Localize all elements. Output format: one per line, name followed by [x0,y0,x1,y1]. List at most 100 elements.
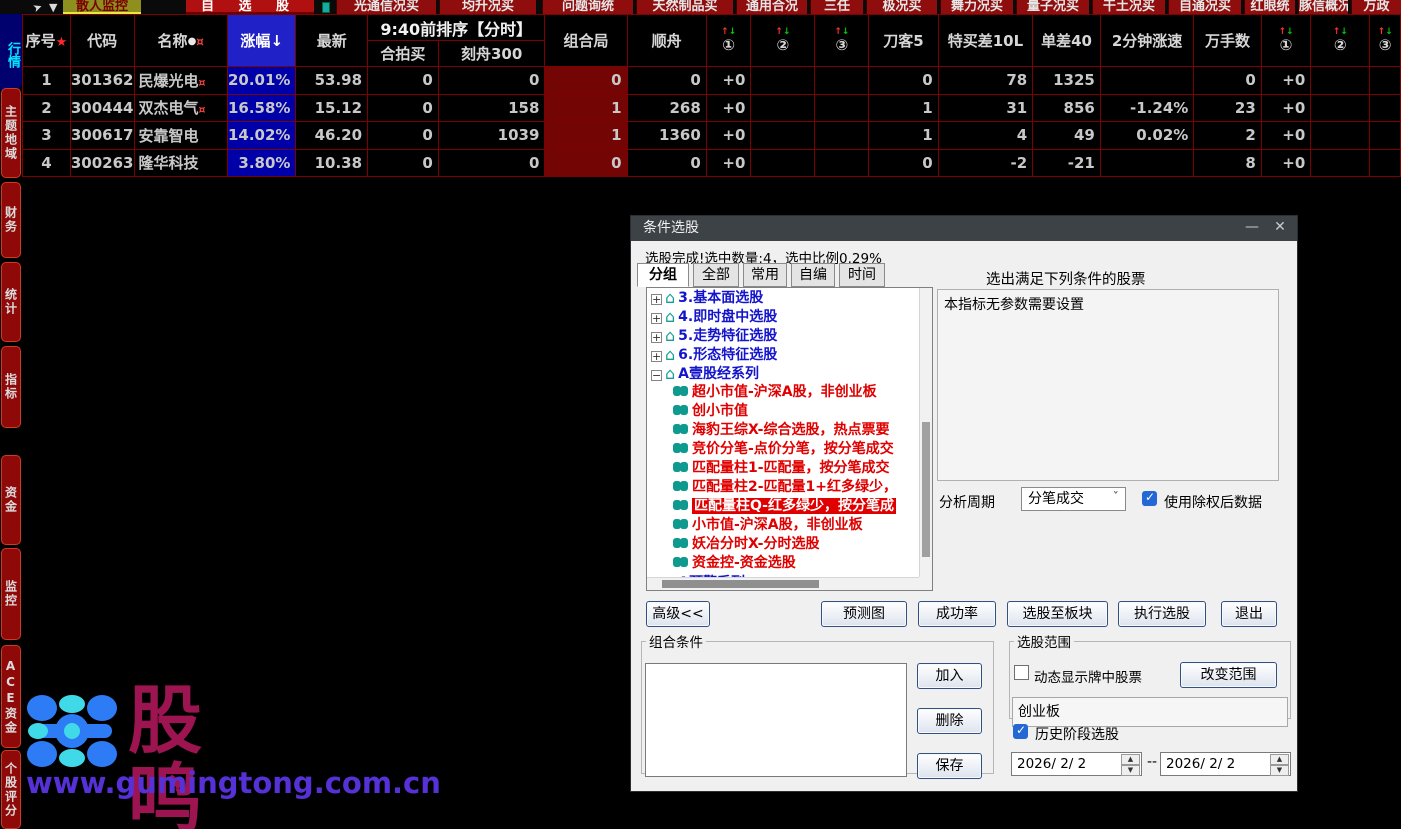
close-icon[interactable]: ✕ [1267,216,1293,241]
tree-item[interactable]: +⌂6.形态特征选股 [647,345,932,364]
toolbar-button[interactable]: 干土况买 [1092,0,1165,14]
column-header[interactable]: 组合局 [545,15,627,67]
sidebar-tab[interactable]: 主题地域 [1,88,21,178]
sidebar-tab[interactable]: ACE资金 [1,645,21,748]
tree-item[interactable]: 超小市值-沪深A股，非创业板 [647,383,932,402]
toolbar-button[interactable]: 通用合况 [736,0,807,14]
column-header[interactable]: 涨幅↓ [227,15,295,67]
column-header[interactable]: 最新 [296,15,368,67]
toolbar-button[interactable]: 问题询统 [542,0,633,14]
tree-item[interactable]: +⌂3.基本面选股 [647,288,932,307]
toolbar-button[interactable]: 万政 [1351,0,1401,14]
column-header[interactable]: 刀客5 [869,15,938,67]
sidebar-tab[interactable]: 资金 [1,455,21,545]
column-header[interactable]: ↑↓① [706,15,751,67]
column-header[interactable]: 合拍买 [368,41,439,67]
tree-item[interactable]: 创小市值 [647,402,932,421]
dialog-button[interactable]: 执行选股 [1118,601,1206,627]
combine-condition-button[interactable]: 保存 [917,753,982,779]
sidebar-tab[interactable]: 统计 [1,262,21,342]
dialog-button[interactable]: 高级<< [646,601,710,627]
dialog-tab[interactable]: 自编 [791,263,835,287]
sidebar-tab[interactable]: 指标 [1,346,21,428]
toolbar-button[interactable]: 光通信况买 [336,0,436,14]
toolbar-button[interactable]: 均升况买 [439,0,536,14]
dialog-tab[interactable]: 时间 [839,263,885,287]
column-header[interactable]: 序号★ [23,15,71,67]
column-header[interactable]: 顺舟 [627,15,706,67]
column-header[interactable]: ↑↓① [1261,15,1311,67]
table-row[interactable]: 4300263隆华科技3.80%10.380000+00-2-218+0 [23,149,1401,177]
tree-item[interactable]: −⌂A壹股经系列 [647,364,932,383]
cursor-icon[interactable]: ➤ [31,0,44,14]
history-stage-checkbox[interactable] [1013,724,1028,739]
toolbar-button[interactable]: 量子况买 [1016,0,1089,14]
analysis-period-select[interactable]: 分笔成交 ˇ [1021,487,1126,511]
toolbar-button[interactable]: 天然制品买 [636,0,733,14]
table-row[interactable]: 3300617安靠智电14.02%46.200103911360+014490.… [23,122,1401,150]
combine-condition-button[interactable]: 删除 [917,708,982,734]
combine-condition-listbox[interactable] [645,663,907,777]
dialog-button[interactable]: 成功率 [918,601,996,627]
filter-icon[interactable]: ▼ [49,1,57,14]
tree-item[interactable]: 竞价分笔-点价分笔，按分笔成交 [647,440,932,459]
tree-item[interactable]: 资金控-资金选股 [647,554,932,573]
minimize-icon[interactable]: — [1239,216,1265,241]
horizontal-scrollbar-thumb[interactable] [662,580,819,588]
column-header[interactable]: 代码 [70,15,134,67]
tree-item[interactable]: 妖冶分时X-分时选股 [647,535,932,554]
toolbar-button[interactable]: 自 选 股 [186,0,314,14]
tree-item[interactable]: +⌂4.即时盘中选股 [647,307,932,326]
column-header[interactable]: 名称●¤ [134,15,227,67]
tree-item[interactable]: 匹配量柱1-匹配量，按分笔成交 [647,459,932,478]
panel-icon[interactable] [322,2,330,13]
spinner-arrows[interactable]: ▲▼ [1121,754,1140,774]
vertical-scrollbar[interactable] [919,288,932,577]
column-header[interactable]: 特买差10L [938,15,1033,67]
range-value-field[interactable]: 创业板 [1012,697,1288,727]
dialog-button[interactable]: 预测图 [821,601,907,627]
table-row[interactable]: 1301362民爆光电¤20.01%53.980000+007813250+0 [23,67,1401,95]
column-header[interactable]: 刻舟300 [438,41,545,67]
toolbar-button[interactable]: 红眼统 [1244,0,1295,14]
sidebar-tab-quotes[interactable]: 行情 [0,14,22,90]
tree-item[interactable]: 匹配量柱2-匹配量1+红多绿少， [647,478,932,497]
column-header[interactable]: ↑↓② [1311,15,1370,67]
sidebar-tab[interactable]: 财务 [1,182,21,258]
toolbar-button[interactable]: 极况买 [866,0,937,14]
toolbar-button[interactable]: 豚信概况 [1298,0,1348,14]
change-range-button[interactable]: 改变范围 [1180,662,1277,688]
date-from-spinner[interactable]: 2026/ 2/ 2 ▲▼ [1011,752,1142,776]
toolbar-button[interactable]: 散人监控 [63,0,141,14]
dynamic-display-checkbox[interactable] [1014,665,1029,680]
toolbar-button[interactable]: 自通况买 [1168,0,1241,14]
combine-condition-button[interactable]: 加入 [917,663,982,689]
column-header[interactable]: ↑↓③ [815,15,869,67]
column-header[interactable]: ↑↓③ [1370,15,1401,67]
date-to-spinner[interactable]: 2026/ 2/ 2 ▲▼ [1160,752,1291,776]
tree-item[interactable]: +⌂5.走势特征选股 [647,326,932,345]
horizontal-scrollbar[interactable] [647,577,919,590]
vertical-scrollbar-thumb[interactable] [922,422,930,557]
column-group-header[interactable]: 9:40前排序【分时】 [368,15,545,41]
sidebar-tab[interactable]: 个股评分 [1,750,21,829]
column-header[interactable]: 万手数 [1194,15,1261,67]
spinner-arrows[interactable]: ▲▼ [1270,754,1289,774]
dialog-tab[interactable]: 全部 [693,263,739,287]
table-row[interactable]: 2300444双杰电气¤16.58%15.1201581268+0131856-… [23,94,1401,122]
tree-item[interactable]: 海豹王综X-综合选股，热点票要 [647,421,932,440]
dialog-titlebar[interactable]: 条件选股 [631,216,1297,241]
tree-item[interactable]: 匹配量柱Q-红多绿少，按分笔成 [647,497,932,516]
column-header[interactable]: 单差40 [1033,15,1101,67]
exright-checkbox[interactable] [1142,491,1157,506]
toolbar-button[interactable]: 三任 [810,0,863,14]
dialog-tab[interactable]: 分组 [637,263,689,287]
dialog-tab[interactable]: 常用 [743,263,787,287]
column-header[interactable]: ↑↓② [751,15,815,67]
tree-item[interactable]: 小市值-沪深A股，非创业板 [647,516,932,535]
dialog-button[interactable]: 退出 [1221,601,1277,627]
column-header[interactable]: 2分钟涨速 [1100,15,1193,67]
toolbar-button[interactable]: 舞力况买 [940,0,1013,14]
sidebar-tab[interactable]: 监控 [1,548,21,640]
dialog-button[interactable]: 选股至板块 [1007,601,1108,627]
